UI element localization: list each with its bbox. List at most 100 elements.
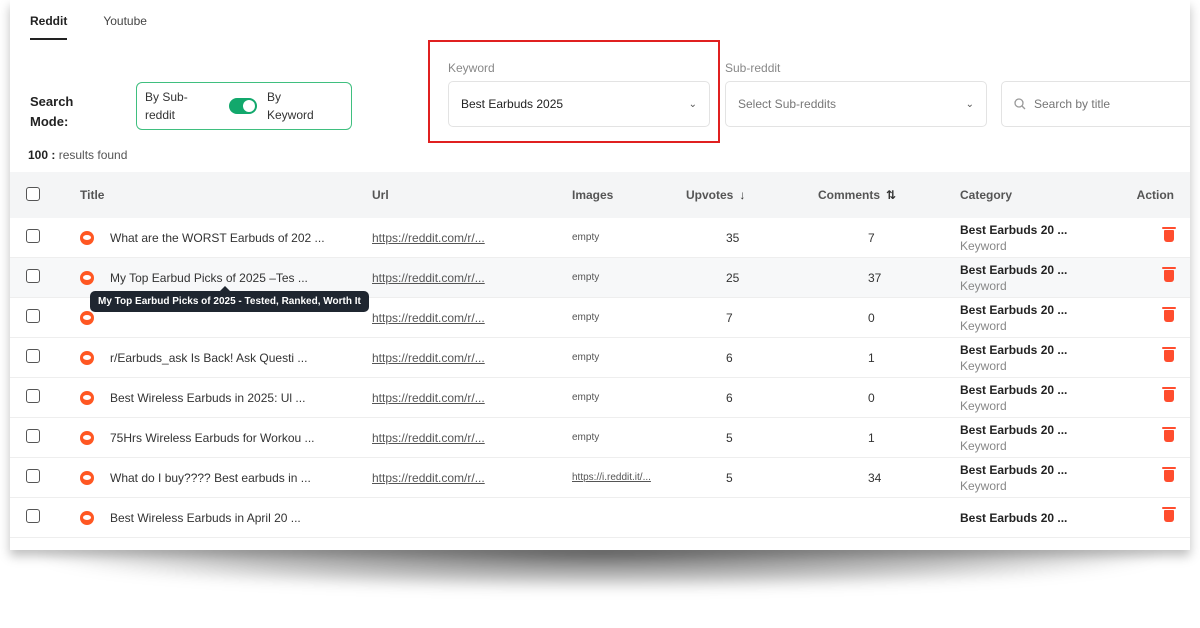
trash-icon[interactable]	[1162, 307, 1176, 322]
trash-icon[interactable]	[1162, 227, 1176, 242]
reddit-icon	[80, 470, 94, 485]
post-upvotes: 6	[726, 390, 733, 405]
search-input[interactable]	[1034, 97, 1174, 111]
reddit-icon	[80, 310, 94, 325]
post-images: empty	[572, 312, 600, 323]
post-comments: 37	[868, 270, 882, 285]
post-title[interactable]: r/Earbuds_ask Is Back! Ask Questi ...	[110, 351, 307, 365]
post-title[interactable]: What do I buy???? Best earbuds in ...	[110, 471, 311, 485]
row-checkbox[interactable]	[26, 269, 40, 283]
post-category: Best Earbuds 20 ...	[960, 510, 1068, 525]
post-url[interactable]: https://reddit.com/r/...	[372, 271, 485, 285]
post-category-type: Keyword	[960, 278, 1007, 293]
tab-youtube[interactable]: Youtube	[103, 14, 147, 40]
header-url: Url	[372, 188, 389, 202]
post-category: Best Earbuds 20 ...	[960, 422, 1068, 437]
table-row: What are the WORST Earbuds of 202 ... ht…	[10, 218, 1190, 258]
keyword-label: Keyword	[448, 61, 495, 75]
post-comments: 7	[868, 230, 875, 245]
header-comments[interactable]: Comments ⇅	[810, 188, 960, 202]
keyword-select[interactable]: Best Earbuds 2025 ⌄	[448, 81, 710, 127]
reddit-icon	[80, 350, 94, 365]
post-image-link[interactable]: https://i.reddit.it/...	[572, 472, 651, 483]
subreddit-select[interactable]: Select Sub-reddits ⌄	[725, 81, 987, 127]
search-icon	[1014, 98, 1026, 110]
table-row: Best Wireless Earbuds in 2025: Ul ... ht…	[10, 378, 1190, 418]
trash-icon[interactable]	[1162, 467, 1176, 482]
post-url[interactable]: https://reddit.com/r/...	[372, 351, 485, 365]
post-upvotes: 25	[726, 270, 740, 285]
app-window: Reddit Youtube Search Mode: By Sub-reddi…	[10, 0, 1190, 550]
mode-option-keyword[interactable]: By Keyword	[267, 88, 327, 124]
post-category-type: Keyword	[960, 398, 1007, 413]
results-text: results found	[55, 148, 128, 162]
post-title[interactable]: Best Wireless Earbuds in April 20 ...	[110, 511, 301, 525]
row-checkbox[interactable]	[26, 349, 40, 363]
trash-icon[interactable]	[1162, 507, 1176, 522]
results-count: 100 : results found	[28, 148, 127, 162]
reddit-icon	[80, 230, 94, 245]
select-all-checkbox[interactable]	[26, 186, 40, 201]
post-comments: 1	[868, 430, 875, 445]
post-upvotes: 6	[726, 350, 733, 365]
trash-icon[interactable]	[1162, 347, 1176, 362]
post-upvotes: 7	[726, 310, 733, 325]
post-url[interactable]: https://reddit.com/r/...	[372, 231, 485, 245]
title-tooltip: My Top Earbud Picks of 2025 - Tested, Ra…	[90, 286, 369, 312]
chevron-down-icon: ⌄	[965, 98, 974, 110]
subreddit-placeholder: Select Sub-reddits	[738, 97, 837, 111]
mode-option-subreddit[interactable]: By Sub-reddit	[145, 88, 215, 124]
search-mode-switch: By Sub-reddit By Keyword	[136, 82, 352, 130]
reddit-icon	[80, 510, 94, 525]
post-url[interactable]: https://reddit.com/r/...	[372, 391, 485, 405]
table-row: What do I buy???? Best earbuds in ... ht…	[10, 458, 1190, 498]
row-checkbox[interactable]	[26, 309, 40, 323]
header-upvotes-label: Upvotes	[686, 188, 734, 202]
reddit-icon	[80, 430, 94, 445]
post-category-type: Keyword	[960, 318, 1007, 333]
post-title[interactable]: 75Hrs Wireless Earbuds for Workou ...	[110, 431, 315, 445]
post-title[interactable]: My Top Earbud Picks of 2025 –Tes ...	[110, 271, 308, 285]
post-category: Best Earbuds 20 ...	[960, 262, 1068, 277]
platform-tabs: Reddit Youtube	[30, 14, 147, 40]
trash-icon[interactable]	[1162, 427, 1176, 442]
row-checkbox[interactable]	[26, 469, 40, 483]
post-title[interactable]: Best Wireless Earbuds in 2025: Ul ...	[110, 391, 305, 405]
post-upvotes: 35	[726, 230, 740, 245]
post-category: Best Earbuds 20 ...	[960, 382, 1068, 397]
posts-table: Title Url Images Upvotes ↓ Comments ⇅ Cate…	[10, 172, 1190, 538]
table-header: Title Url Images Upvotes ↓ Comments ⇅ Cate…	[10, 172, 1190, 218]
trash-icon[interactable]	[1162, 387, 1176, 402]
post-category: Best Earbuds 20 ...	[960, 342, 1068, 357]
mode-toggle[interactable]	[229, 98, 257, 114]
chevron-down-icon: ⌄	[688, 98, 697, 110]
row-checkbox[interactable]	[26, 509, 40, 523]
header-upvotes[interactable]: Upvotes ↓	[682, 188, 810, 202]
post-upvotes: 5	[726, 430, 733, 445]
post-url[interactable]: https://reddit.com/r/...	[372, 431, 485, 445]
post-category: Best Earbuds 20 ...	[960, 302, 1068, 317]
post-url[interactable]: https://reddit.com/r/...	[372, 471, 485, 485]
post-images: empty	[572, 392, 600, 403]
title-search	[1001, 81, 1190, 127]
table-row: r/Earbuds_ask Is Back! Ask Questi ... ht…	[10, 338, 1190, 378]
post-comments: 0	[868, 390, 875, 405]
post-category: Best Earbuds 20 ...	[960, 462, 1068, 477]
header-images: Images	[572, 188, 614, 202]
post-images: empty	[572, 232, 600, 243]
post-upvotes: 5	[726, 470, 733, 485]
row-checkbox[interactable]	[26, 229, 40, 243]
row-checkbox[interactable]	[26, 429, 40, 443]
post-category: Best Earbuds 20 ...	[960, 222, 1068, 237]
header-title: Title	[80, 188, 105, 202]
post-title[interactable]: What are the WORST Earbuds of 202 ...	[110, 231, 325, 245]
post-url[interactable]: https://reddit.com/r/...	[372, 311, 485, 325]
reddit-icon	[80, 390, 94, 405]
post-category-type: Keyword	[960, 478, 1007, 493]
post-comments: 0	[868, 310, 875, 325]
tab-reddit[interactable]: Reddit	[30, 14, 68, 40]
row-checkbox[interactable]	[26, 389, 40, 403]
reddit-icon	[80, 270, 94, 285]
post-comments: 1	[868, 350, 875, 365]
trash-icon[interactable]	[1162, 267, 1176, 282]
